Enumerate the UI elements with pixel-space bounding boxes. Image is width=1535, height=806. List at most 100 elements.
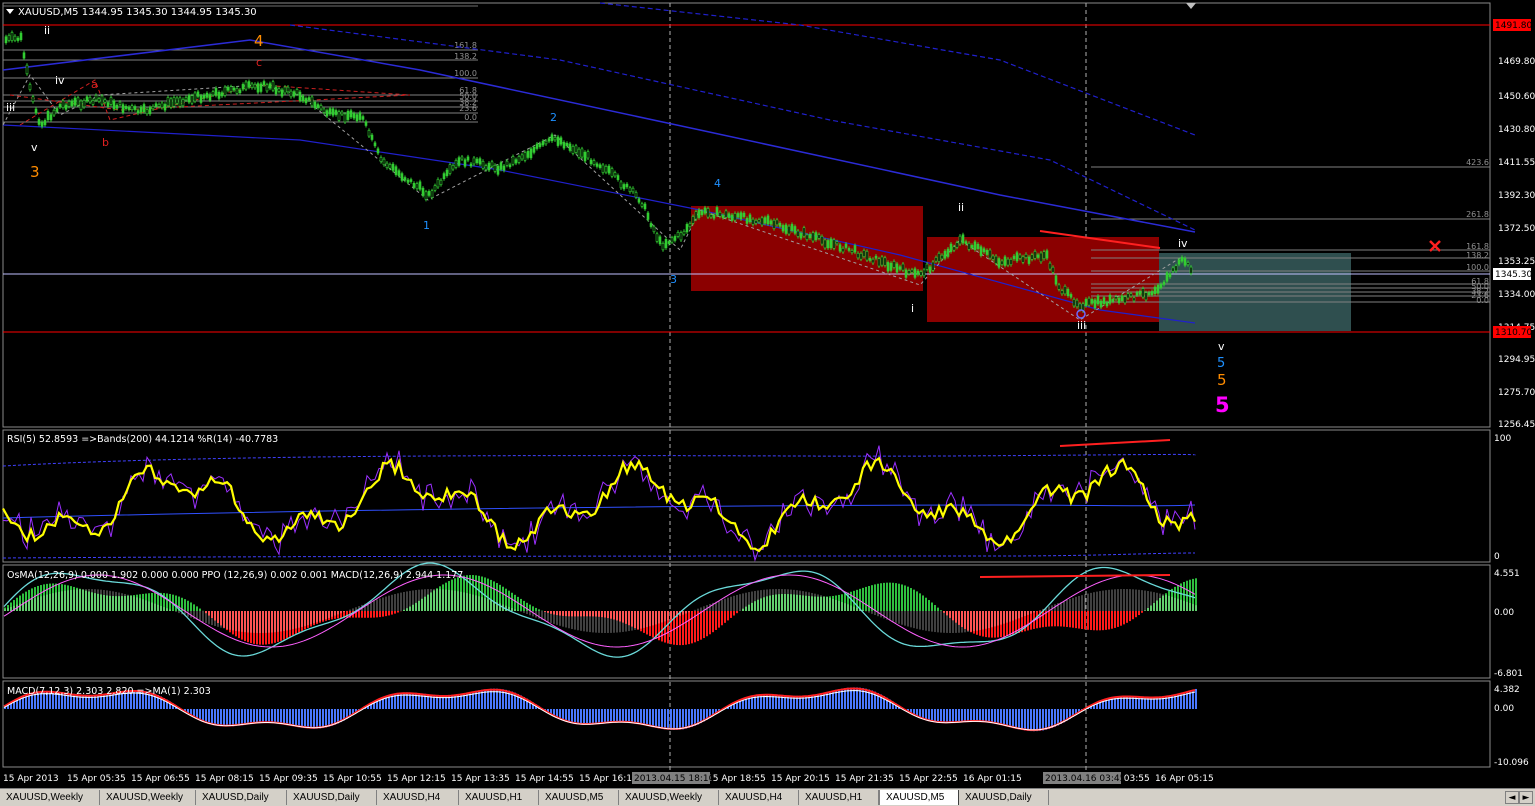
chart-tab[interactable]: XAUUSD,Daily xyxy=(959,790,1049,805)
chart-tab[interactable]: XAUUSD,M5 xyxy=(539,790,619,805)
macd-bar xyxy=(637,709,639,724)
candle-body xyxy=(647,213,649,219)
candle-body xyxy=(659,237,661,244)
chart-tab[interactable]: XAUUSD,Weekly xyxy=(0,790,100,805)
candle-body xyxy=(605,166,607,172)
macd-bar xyxy=(643,709,645,725)
chart-tab[interactable]: XAUUSD,Daily xyxy=(287,790,377,805)
candle-body xyxy=(53,110,55,115)
candle-body xyxy=(1010,259,1012,264)
macd-bar xyxy=(655,709,657,728)
candle-body xyxy=(221,93,223,96)
osma-bar xyxy=(1048,611,1050,627)
chart-tab[interactable]: XAUUSD,H4 xyxy=(377,790,459,805)
macd-bar xyxy=(1021,709,1023,730)
candle-body xyxy=(161,103,163,108)
triangle-down-icon[interactable] xyxy=(1186,3,1196,9)
macd-bar xyxy=(988,709,990,722)
wave-label-1-blue: 1 xyxy=(423,219,430,232)
chart-tab[interactable]: XAUUSD,Weekly xyxy=(619,790,719,805)
candle-body xyxy=(1022,257,1024,262)
candle-body xyxy=(1013,256,1015,259)
candle-body xyxy=(119,102,121,104)
osma-bar xyxy=(1135,611,1137,617)
candle-body xyxy=(788,226,790,234)
candle-body xyxy=(530,149,532,158)
osma-bar xyxy=(721,611,723,625)
macd-bar xyxy=(661,709,663,729)
candle-body xyxy=(206,93,208,97)
candle-body xyxy=(1172,268,1174,271)
macd-bar xyxy=(964,709,966,722)
candle-body xyxy=(251,84,253,88)
svg-text:15 Apr 21:35: 15 Apr 21:35 xyxy=(835,774,894,784)
candle-body xyxy=(287,87,289,92)
macd-bar xyxy=(295,709,297,727)
candle-body xyxy=(644,204,646,209)
rsi-panel[interactable] xyxy=(3,430,1490,562)
osma-bar xyxy=(727,611,729,620)
macd-bar xyxy=(616,709,618,723)
svg-text:0.0: 0.0 xyxy=(1476,296,1489,305)
candle-body xyxy=(992,256,994,259)
candle-body xyxy=(1091,299,1093,303)
candle-body xyxy=(1073,299,1075,306)
candle-body xyxy=(995,256,997,263)
macd-bar xyxy=(1012,709,1014,728)
candle-body xyxy=(878,259,880,266)
candle-body xyxy=(638,199,640,203)
chart-tab-active[interactable]: XAUUSD,M5 xyxy=(879,790,959,805)
osma-bar xyxy=(913,590,915,611)
candle-body xyxy=(371,135,373,139)
tab-scroll-right-icon[interactable]: ► xyxy=(1519,791,1533,804)
chart-tab[interactable]: XAUUSD,Daily xyxy=(196,790,287,805)
candle-body xyxy=(782,225,784,231)
osma-bar xyxy=(1129,611,1131,621)
candle-body xyxy=(470,164,472,166)
chart-tab[interactable]: XAUUSD,H1 xyxy=(459,790,539,805)
macd-bar xyxy=(1042,709,1044,730)
osma-bar xyxy=(874,584,876,611)
candle-body xyxy=(737,213,739,217)
candle-body xyxy=(887,262,889,271)
candle-body xyxy=(800,233,802,238)
svg-text:15 Apr 18:55: 15 Apr 18:55 xyxy=(707,774,766,784)
candle-body xyxy=(140,107,142,112)
rsi-scale-bottom: 0 xyxy=(1494,552,1500,562)
candle-body xyxy=(575,146,577,153)
chart-tab[interactable]: XAUUSD,H1 xyxy=(799,790,879,805)
macd-bar xyxy=(274,709,276,723)
candle-body xyxy=(506,161,508,165)
svg-text:15 Apr 12:15: 15 Apr 12:15 xyxy=(387,774,446,784)
wave-label-iv-top: iv xyxy=(55,74,65,87)
macd-bar xyxy=(1030,709,1032,731)
tab-scroll-left-icon[interactable]: ◄ xyxy=(1505,791,1519,804)
candle-body xyxy=(1148,293,1150,295)
candle-body xyxy=(1097,296,1099,304)
candle-body xyxy=(377,149,379,153)
rsi-scale-top: 100 xyxy=(1494,434,1511,444)
chart-tab[interactable]: XAUUSD,Weekly xyxy=(100,790,196,805)
candle-body xyxy=(191,96,193,103)
wave-label-3-blue: 3 xyxy=(670,273,677,286)
macd-bar xyxy=(313,709,315,729)
candle-body xyxy=(92,100,94,104)
chart-area[interactable]: 161.8 138.2 100.0 61.8 50.0 38.2 23.6 0.… xyxy=(0,0,1535,788)
osma-bar xyxy=(190,602,192,611)
chart-tab[interactable]: XAUUSD,H4 xyxy=(719,790,799,805)
wave-label-i-white: i xyxy=(911,302,914,315)
candle-body xyxy=(62,101,64,108)
macd-bar xyxy=(298,709,300,727)
macd-bar xyxy=(688,709,690,728)
chart-menu-icon[interactable] xyxy=(6,9,14,14)
macd-bar xyxy=(250,709,252,724)
candle-body xyxy=(524,152,526,160)
candle-body xyxy=(194,93,196,101)
macd-bar xyxy=(577,709,579,724)
osma-bar xyxy=(373,611,375,618)
macd-bar xyxy=(214,709,216,725)
candle-body xyxy=(839,245,841,251)
candle-body xyxy=(230,87,232,92)
candle-body xyxy=(596,164,598,167)
candle-body xyxy=(767,216,769,224)
